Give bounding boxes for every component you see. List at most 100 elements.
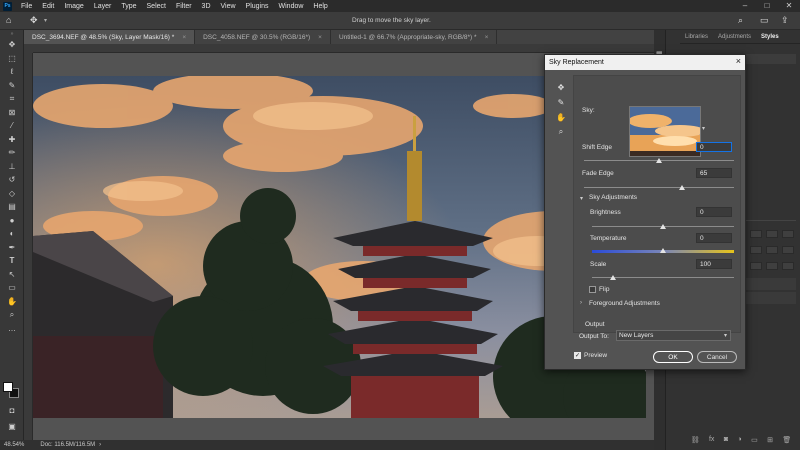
share-icon[interactable]: ⇪	[781, 15, 789, 26]
temperature-field[interactable]: 0	[696, 233, 732, 243]
healing-brush-icon[interactable]: ✚	[0, 133, 24, 147]
close-window-button[interactable]: ✕	[778, 0, 800, 12]
panel-button[interactable]	[782, 230, 794, 238]
lasso-tool-icon[interactable]: ℓ	[0, 65, 24, 79]
panel-button[interactable]	[782, 246, 794, 254]
chevron-right-icon[interactable]: ›	[580, 300, 582, 306]
menu-edit[interactable]: Edit	[37, 3, 59, 10]
more-tools-icon[interactable]: …	[0, 322, 24, 336]
ok-button[interactable]: OK	[653, 351, 693, 363]
tab-dsc-3694[interactable]: DSC_3694.NEF @ 48.5% (Sky, Layer Mask/16…	[24, 30, 196, 44]
eyedropper-icon[interactable]: ⁄	[0, 119, 24, 133]
chevron-right-icon[interactable]: ›	[99, 442, 101, 448]
scale-field[interactable]: 100	[696, 259, 732, 269]
fade-edge-thumb[interactable]	[678, 185, 685, 190]
home-icon[interactable]: ⌂	[6, 15, 11, 25]
type-tool-icon[interactable]: T	[0, 254, 24, 268]
temperature-thumb[interactable]	[660, 248, 666, 253]
hand-tool-icon[interactable]: ✋	[555, 111, 567, 123]
hand-tool-icon[interactable]: ✋	[0, 295, 24, 309]
add-mask-icon[interactable]: ◙	[724, 436, 728, 448]
maximize-button[interactable]: □	[756, 0, 778, 12]
crop-tool-icon[interactable]: ⌗	[0, 92, 24, 106]
clone-stamp-icon[interactable]: ⊥	[0, 160, 24, 174]
tab-adjustments[interactable]: Adjustments	[713, 34, 756, 40]
toolbox-collapse-icon[interactable]: »	[0, 30, 24, 38]
minimize-button[interactable]: –	[734, 0, 756, 12]
chevron-down-icon[interactable]: ▾	[580, 195, 583, 202]
dodge-tool-icon[interactable]: ◐	[0, 227, 24, 241]
quick-mask-icon[interactable]: ◘	[0, 404, 24, 418]
output-to-select[interactable]: New Layers ▾	[616, 330, 731, 341]
rectangle-tool-icon[interactable]: ▭	[0, 281, 24, 295]
shift-edge-field[interactable]: 0	[696, 142, 732, 152]
zoom-tool-icon[interactable]: ⌕	[0, 308, 24, 322]
tab-untitled-1[interactable]: Untitled-1 @ 66.7% (Appropriate-sky, RGB…	[330, 30, 498, 44]
panel-button[interactable]	[766, 262, 778, 270]
tab-libraries[interactable]: Libraries	[680, 34, 713, 40]
tab-dsc-4058[interactable]: DSC_4058.NEF @ 30.5% (RGB/16*) ×	[195, 30, 331, 44]
close-icon[interactable]: ×	[318, 34, 322, 41]
menu-layer[interactable]: Layer	[89, 3, 117, 10]
menu-select[interactable]: Select	[142, 3, 171, 10]
flip-checkbox[interactable]	[589, 286, 596, 293]
sky-brush-tool-icon[interactable]: ✎	[555, 96, 567, 108]
marquee-tool-icon[interactable]: ⬚	[0, 52, 24, 66]
close-icon[interactable]: ×	[485, 34, 489, 41]
zoom-tool-icon[interactable]: ⌕	[555, 126, 567, 138]
panel-button[interactable]	[750, 262, 762, 270]
path-select-icon[interactable]: ↖	[0, 268, 24, 282]
fade-edge-field[interactable]: 65	[696, 168, 732, 178]
foreground-color-swatch[interactable]	[3, 382, 13, 392]
foreground-adjustments-toggle[interactable]: Foreground Adjustments	[589, 300, 660, 307]
menu-type[interactable]: Type	[116, 3, 141, 10]
move-tool-icon[interactable]: ✥	[0, 38, 24, 52]
search-icon[interactable]: ⌕	[738, 15, 743, 26]
blur-tool-icon[interactable]: ●	[0, 214, 24, 228]
panel-field[interactable]	[746, 278, 796, 290]
panel-button[interactable]	[750, 230, 762, 238]
sky-move-tool-icon[interactable]: ✥	[555, 81, 567, 93]
panel-button[interactable]	[750, 246, 762, 254]
screen-mode-icon[interactable]: ▣	[0, 420, 24, 434]
link-layers-icon[interactable]: ⛓	[691, 436, 700, 448]
shift-edge-thumb[interactable]	[656, 158, 662, 163]
quick-select-icon[interactable]: ✎	[0, 79, 24, 93]
history-brush-icon[interactable]: ↺	[0, 173, 24, 187]
adjustment-layer-icon[interactable]: ◑	[737, 436, 741, 448]
sky-preset-thumbnail[interactable]	[629, 106, 701, 157]
menu-image[interactable]: Image	[59, 3, 88, 10]
menu-window[interactable]: Window	[274, 3, 309, 10]
brightness-thumb[interactable]	[660, 224, 666, 229]
chevron-down-icon[interactable]: ▾	[702, 125, 705, 132]
brightness-field[interactable]: 0	[696, 207, 732, 217]
menu-view[interactable]: View	[216, 3, 241, 10]
brush-tool-icon[interactable]: ✏	[0, 146, 24, 160]
group-icon[interactable]: ▭	[751, 436, 758, 448]
preview-checkbox[interactable]: ✓	[574, 352, 581, 359]
panel-button[interactable]	[766, 230, 778, 238]
tab-styles[interactable]: Styles	[756, 34, 784, 40]
move-tool-icon[interactable]: ✥	[30, 15, 38, 26]
fx-icon[interactable]: fx	[709, 436, 714, 448]
frame-tool-icon[interactable]: ⊠	[0, 106, 24, 120]
gradient-tool-icon[interactable]: ▤	[0, 200, 24, 214]
sky-adjustments-toggle[interactable]: Sky Adjustments	[589, 194, 637, 201]
menu-plugins[interactable]: Plugins	[241, 3, 274, 10]
close-icon[interactable]: ×	[182, 34, 186, 41]
zoom-level[interactable]: 48.54%	[4, 442, 24, 448]
panel-button[interactable]	[766, 246, 778, 254]
panel-button[interactable]	[782, 262, 794, 270]
close-icon[interactable]: ×	[736, 56, 741, 66]
menu-help[interactable]: Help	[308, 3, 332, 10]
menu-3d[interactable]: 3D	[197, 3, 216, 10]
fade-edge-slider[interactable]	[584, 187, 734, 188]
eraser-icon[interactable]: ◇	[0, 187, 24, 201]
menu-filter[interactable]: Filter	[171, 3, 197, 10]
new-layer-icon[interactable]: ⊞	[767, 436, 773, 448]
chevron-down-icon[interactable]: ▾	[44, 17, 47, 24]
cancel-button[interactable]: Cancel	[697, 351, 737, 363]
scale-thumb[interactable]	[610, 275, 617, 280]
workspace-icon[interactable]: ▭	[760, 15, 769, 26]
trash-icon[interactable]: 🗑	[782, 436, 791, 448]
